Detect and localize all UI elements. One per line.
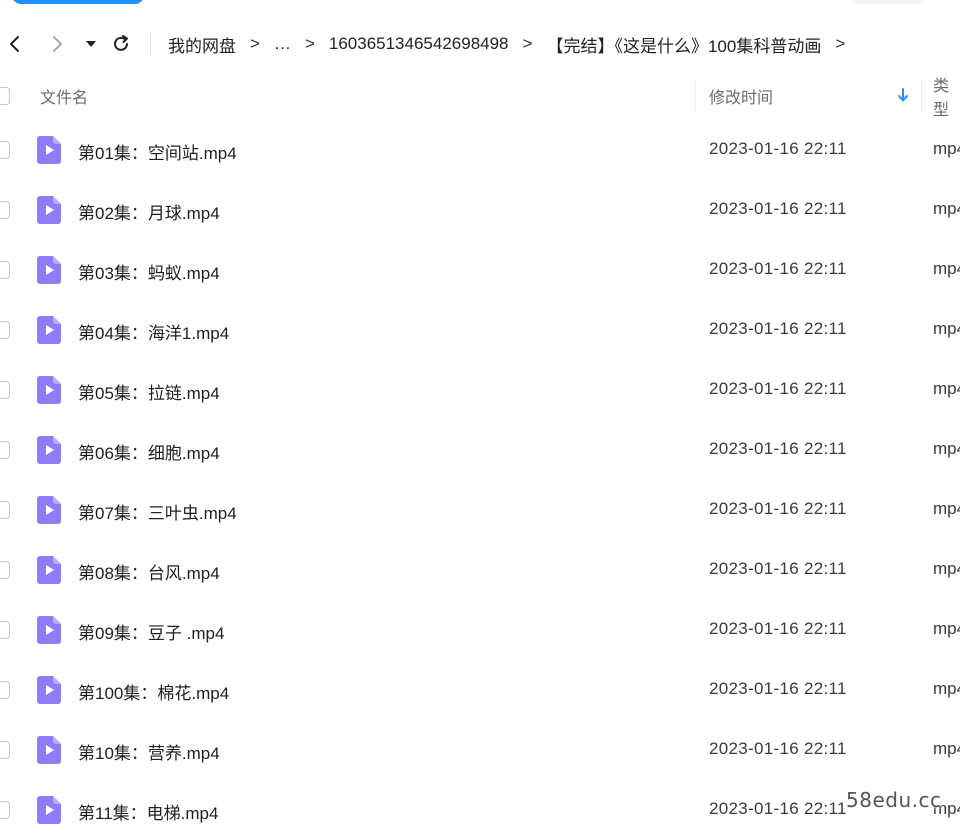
caret-down-icon[interactable] — [76, 29, 106, 59]
file-modified-time: 2023-01-16 22:11 — [709, 739, 847, 758]
file-modified-time: 2023-01-16 22:11 — [709, 319, 847, 338]
file-name[interactable]: 第06集：细胞.mp4 — [78, 439, 220, 464]
navigation-bar: 我的网盘 > … > 1603651346542698498 > 【完结】《这是… — [0, 22, 960, 66]
file-row[interactable]: 第01集：空间站.mp4 2023-01-16 22:11 mp4 — [0, 120, 960, 180]
row-checkbox[interactable] — [0, 441, 10, 459]
file-modified-time: 2023-01-16 22:11 — [709, 799, 847, 818]
file-row[interactable]: 第04集：海洋1.mp4 2023-01-16 22:11 mp4 — [0, 300, 960, 360]
video-file-icon — [36, 495, 62, 525]
file-row[interactable]: 第05集：拉链.mp4 2023-01-16 22:11 mp4 — [0, 360, 960, 420]
chevron-left-icon[interactable] — [0, 29, 30, 59]
file-name[interactable]: 第03集：蚂蚁.mp4 — [78, 259, 220, 284]
file-row[interactable]: 第11集：电梯.mp4 2023-01-16 22:11 mp4 — [0, 780, 960, 840]
breadcrumb-separator: > — [304, 34, 315, 53]
video-file-icon — [36, 435, 62, 465]
file-name[interactable]: 第11集：电梯.mp4 — [78, 799, 218, 824]
breadcrumb-separator: > — [522, 34, 533, 53]
file-list: 第01集：空间站.mp4 2023-01-16 22:11 mp4 第02集：月… — [0, 120, 960, 840]
breadcrumb-item-id-folder[interactable]: 1603651346542698498 — [329, 34, 509, 54]
video-file-icon — [36, 795, 62, 825]
file-row[interactable]: 第10集：营养.mp4 2023-01-16 22:11 mp4 — [0, 720, 960, 780]
file-name[interactable]: 第02集：月球.mp4 — [78, 199, 220, 224]
chevron-right-icon[interactable] — [42, 29, 72, 59]
file-modified-time: 2023-01-16 22:11 — [709, 679, 847, 698]
file-type: mp4 — [933, 199, 960, 218]
file-list-header: 文件名 修改时间 类型 — [0, 72, 960, 120]
divider — [150, 32, 151, 56]
video-file-icon — [36, 555, 62, 585]
file-modified-time: 2023-01-16 22:11 — [709, 499, 847, 518]
row-checkbox[interactable] — [0, 381, 10, 399]
breadcrumb-item-ellipsis[interactable]: … — [274, 34, 291, 54]
breadcrumb-item-root[interactable]: 我的网盘 — [168, 32, 236, 57]
column-header-modified[interactable]: 修改时间 — [709, 84, 773, 108]
row-checkbox[interactable] — [0, 801, 10, 819]
file-name[interactable]: 第08集：台风.mp4 — [78, 559, 220, 584]
column-divider[interactable] — [695, 80, 696, 112]
file-type: mp4 — [933, 619, 960, 638]
video-file-icon — [36, 135, 62, 165]
upload-button[interactable] — [12, 0, 144, 4]
row-checkbox[interactable] — [0, 621, 10, 639]
watermark: 58edu.cc — [846, 788, 942, 812]
select-all-checkbox[interactable] — [0, 87, 10, 105]
file-modified-time: 2023-01-16 22:11 — [709, 439, 847, 458]
row-checkbox[interactable] — [0, 681, 10, 699]
refresh-icon[interactable] — [106, 29, 136, 59]
file-name[interactable]: 第05集：拉链.mp4 — [78, 379, 220, 404]
file-name[interactable]: 第01集：空间站.mp4 — [78, 139, 237, 164]
file-row[interactable]: 第02集：月球.mp4 2023-01-16 22:11 mp4 — [0, 180, 960, 240]
file-type: mp4 — [933, 679, 960, 698]
file-type: mp4 — [933, 319, 960, 338]
file-name[interactable]: 第04集：海洋1.mp4 — [78, 319, 229, 344]
file-row[interactable]: 第03集：蚂蚁.mp4 2023-01-16 22:11 mp4 — [0, 240, 960, 300]
file-row[interactable]: 第06集：细胞.mp4 2023-01-16 22:11 mp4 — [0, 420, 960, 480]
file-name[interactable]: 第100集：棉花.mp4 — [78, 679, 229, 704]
file-type: mp4 — [933, 139, 960, 158]
row-checkbox[interactable] — [0, 261, 10, 279]
file-name[interactable]: 第09集：豆子 .mp4 — [78, 619, 224, 644]
column-divider[interactable] — [921, 80, 922, 112]
file-modified-time: 2023-01-16 22:11 — [709, 199, 847, 218]
file-type: mp4 — [933, 559, 960, 578]
row-checkbox[interactable] — [0, 141, 10, 159]
breadcrumb-item-current[interactable]: 【完结】《这是什么》100集科普动画 — [546, 32, 821, 57]
file-modified-time: 2023-01-16 22:11 — [709, 379, 847, 398]
video-file-icon — [36, 675, 62, 705]
file-row[interactable]: 第09集：豆子 .mp4 2023-01-16 22:11 mp4 — [0, 600, 960, 660]
file-name[interactable]: 第10集：营养.mp4 — [78, 739, 220, 764]
arrow-down-icon[interactable] — [896, 86, 910, 109]
file-name[interactable]: 第07集：三叶虫.mp4 — [78, 499, 237, 524]
column-header-type[interactable]: 类型 — [933, 72, 960, 120]
video-file-icon — [36, 315, 62, 345]
file-modified-time: 2023-01-16 22:11 — [709, 559, 847, 578]
file-row[interactable]: 第07集：三叶虫.mp4 2023-01-16 22:11 mp4 — [0, 480, 960, 540]
column-header-name[interactable]: 文件名 — [40, 84, 88, 108]
breadcrumb-separator[interactable]: > — [835, 34, 845, 54]
breadcrumb: 我的网盘 > … > 1603651346542698498 > 【完结】《这是… — [168, 22, 845, 66]
breadcrumb-separator: > — [250, 34, 260, 53]
row-checkbox[interactable] — [0, 501, 10, 519]
file-type: mp4 — [933, 499, 960, 518]
video-file-icon — [36, 195, 62, 225]
file-modified-time: 2023-01-16 22:11 — [709, 259, 847, 278]
toolbar-button[interactable] — [852, 0, 924, 4]
row-checkbox[interactable] — [0, 561, 10, 579]
row-checkbox[interactable] — [0, 201, 10, 219]
file-type: mp4 — [933, 259, 960, 278]
file-row[interactable]: 第100集：棉花.mp4 2023-01-16 22:11 mp4 — [0, 660, 960, 720]
video-file-icon — [36, 615, 62, 645]
file-type: mp4 — [933, 439, 960, 458]
video-file-icon — [36, 255, 62, 285]
row-checkbox[interactable] — [0, 741, 10, 759]
file-type: mp4 — [933, 739, 960, 758]
video-file-icon — [36, 375, 62, 405]
video-file-icon — [36, 735, 62, 765]
file-row[interactable]: 第08集：台风.mp4 2023-01-16 22:11 mp4 — [0, 540, 960, 600]
file-type: mp4 — [933, 379, 960, 398]
row-checkbox[interactable] — [0, 321, 10, 339]
file-modified-time: 2023-01-16 22:11 — [709, 139, 847, 158]
file-modified-time: 2023-01-16 22:11 — [709, 619, 847, 638]
